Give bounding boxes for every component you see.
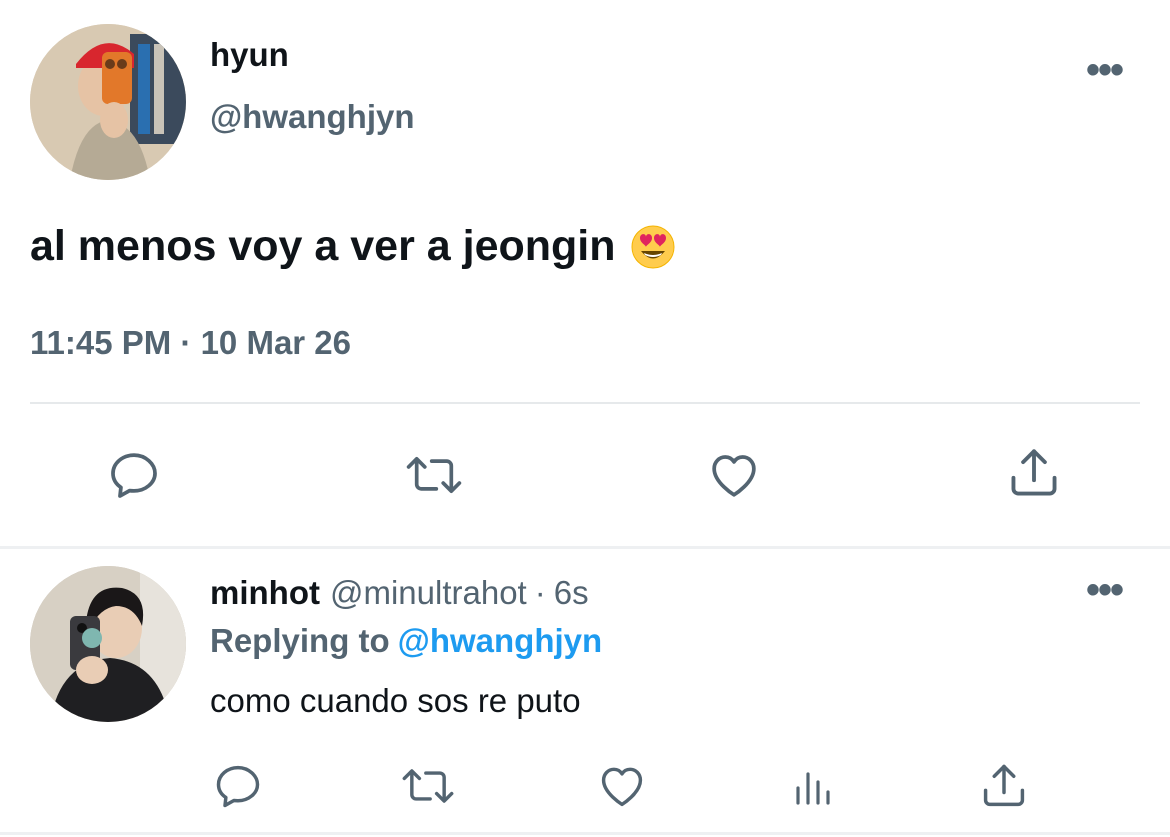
tweet-text: al menos voy a ver a jeongin: [30, 222, 616, 270]
reply-share-button[interactable]: [974, 756, 1034, 816]
replying-to-label: Replying to: [210, 622, 390, 659]
tweet-body: al menos voy a ver a jeongin: [30, 222, 676, 271]
avatar-photo-icon: [30, 566, 186, 722]
author-avatar[interactable]: [30, 24, 186, 180]
tweet-timestamp[interactable]: 11:45 PM · 10 Mar 26: [30, 324, 351, 362]
reply-time-ago[interactable]: 6s: [554, 574, 589, 611]
bottom-divider: [0, 832, 1170, 835]
reply-retweet-button[interactable]: [398, 756, 458, 816]
reply-text: como cuando sos re puto: [210, 682, 581, 719]
heart-icon: [712, 455, 756, 497]
share-icon: [983, 764, 1025, 807]
share-icon: [1011, 449, 1057, 496]
share-button[interactable]: [1004, 443, 1064, 503]
reply-icon: [111, 453, 157, 498]
reply-header: minhot @minultrahot · 6s: [210, 574, 589, 612]
author-display-name[interactable]: hyun: [210, 36, 289, 74]
avatar-photo-icon: [30, 24, 186, 180]
more-icon[interactable]: •••: [1086, 50, 1124, 90]
reply-handle[interactable]: @minultrahot: [330, 574, 527, 611]
reply-icon: [216, 765, 260, 808]
retweet-icon: [402, 769, 454, 803]
retweet-button[interactable]: [404, 445, 464, 505]
reply-reply-button[interactable]: [208, 756, 268, 816]
views-icon: [796, 772, 830, 805]
reply-views-button[interactable]: [782, 756, 842, 816]
separator-dot: ·: [534, 574, 546, 611]
heart-icon: [601, 767, 643, 807]
reply-button[interactable]: [104, 445, 164, 505]
reply-author-avatar[interactable]: [30, 566, 186, 722]
thread-separator: [0, 546, 1170, 549]
retweet-icon: [406, 457, 462, 494]
author-handle[interactable]: @hwanghjyn: [210, 98, 415, 136]
divider: [30, 402, 1140, 404]
more-icon[interactable]: •••: [1086, 570, 1124, 610]
replying-to-line: Replying to @hwanghjyn: [210, 622, 602, 660]
like-button[interactable]: [704, 445, 764, 505]
reply-like-button[interactable]: [592, 756, 652, 816]
heart-eyes-emoji-icon: [630, 224, 676, 270]
replying-to-handle[interactable]: @hwanghjyn: [398, 622, 603, 659]
reply-display-name[interactable]: minhot: [210, 574, 320, 611]
